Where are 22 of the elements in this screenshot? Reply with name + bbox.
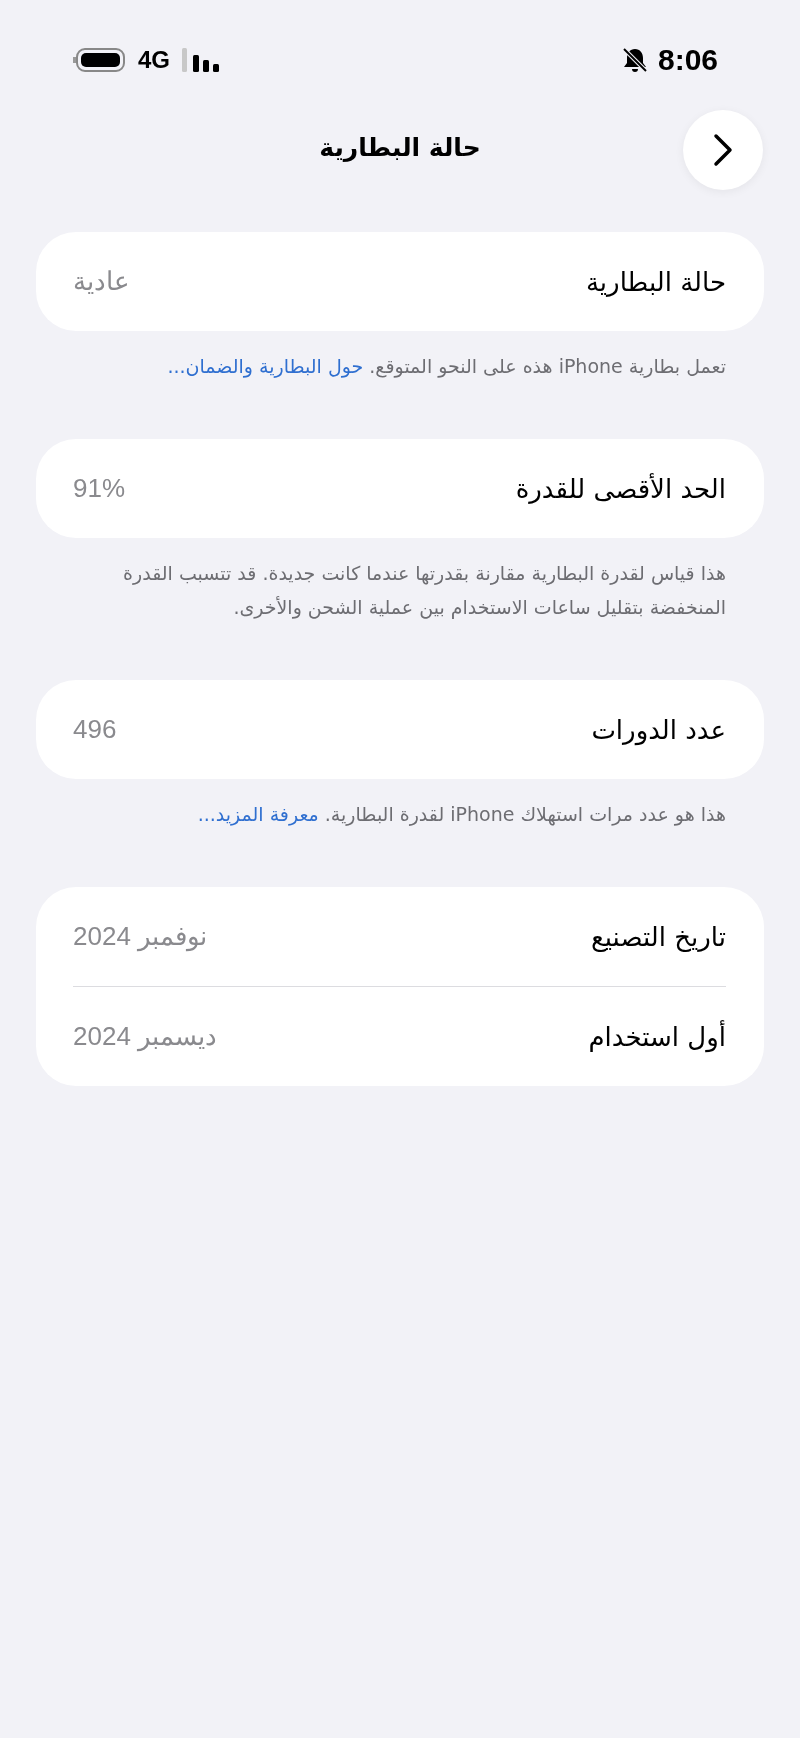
info-link[interactable]: حول البطارية والضمان... (167, 355, 364, 377)
row-label: الحد الأقصى للقدرة (515, 473, 726, 504)
signal-icon (182, 47, 220, 73)
muted-bell-icon (621, 47, 648, 73)
status-time: 8:06 (657, 43, 718, 77)
row-value: 496 (73, 714, 117, 745)
note-text: تعمل بطارية iPhone هذه على النحو المتوقع. حول البطارية والضمان... (166, 354, 727, 380)
row-label: عدد الدورات (591, 714, 726, 745)
row-label: حالة البطارية (585, 266, 726, 297)
row-value: نوفمبر 2024 (73, 921, 208, 952)
row-label: أول استخدام (588, 1021, 726, 1052)
note-text: هذا قياس لقدرة البطارية مقارنة بقدرتها عندما كانت جديدة. قد تتسبب القدرة المنخفضة بتقليل ساعات الاستخدام بين عملية الشحن والأخرى. (122, 561, 727, 621)
row-label: تاريخ التصنيع (590, 921, 726, 952)
row-value: عادية (73, 266, 130, 297)
chevron-icon (713, 133, 733, 167)
row-value: ديسمبر 2024 (73, 1021, 218, 1052)
battery-icon (72, 47, 126, 73)
info-link[interactable]: معرفة المزيد... (197, 803, 319, 825)
note-text: هذا هو عدد مرات استهلاك iPhone لقدرة البطارية. معرفة المزيد... (196, 802, 727, 828)
row-value: 91% (73, 473, 126, 504)
network-label: 4G (138, 46, 170, 74)
page-title: حالة البطارية (319, 132, 481, 162)
